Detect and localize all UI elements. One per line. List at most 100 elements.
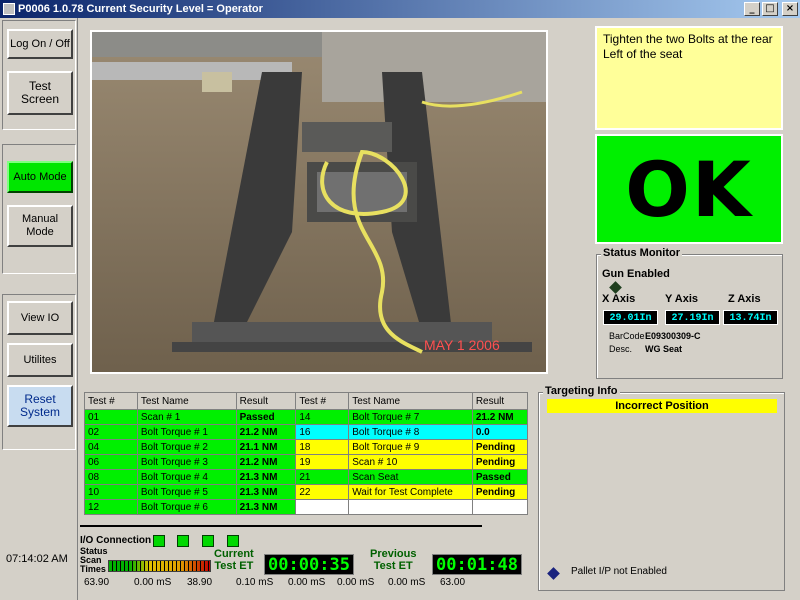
test-number-cell: 10 [84, 484, 138, 500]
seat-photo-image: MAY 1 2006 [92, 32, 546, 372]
photo-date-stamp: MAY 1 2006 [424, 337, 500, 353]
targeting-info: Targeting Info Incorrect Position Pallet… [538, 385, 785, 591]
description-label: Desc. [609, 344, 633, 354]
y-axis-value: 27.19In [665, 310, 720, 325]
result-cell: 21.3 NM [235, 469, 297, 485]
pallet-status-icon [547, 567, 560, 580]
maximize-button[interactable]: □ [762, 2, 778, 16]
scan-time-value: 0.00 mS [337, 577, 375, 588]
test-name-cell: Bolt Torque # 8 [348, 424, 473, 440]
result-cell: 21.2 NM [235, 424, 297, 440]
log-on-off-button[interactable]: Log On / Off [7, 29, 73, 59]
ok-status-text: OK [625, 144, 753, 234]
test-number-cell: 21 [295, 469, 350, 485]
test-number-cell: 01 [84, 409, 138, 425]
test-name-cell: Wait for Test Complete [348, 484, 473, 500]
test-name-cell: Bolt Torque # 5 [136, 484, 237, 500]
scan-final-value: 63.00 [440, 577, 466, 588]
test-name-cell: Bolt Torque # 4 [136, 469, 237, 485]
test-number-cell: 04 [84, 439, 138, 455]
close-button[interactable]: × [782, 2, 798, 16]
window-title: P0006 1.0.78 Current Security Level = Op… [18, 3, 263, 15]
test-number-cell: 06 [84, 454, 138, 470]
scan-min-value: 63.90 [84, 577, 110, 588]
previous-test-et-display: 00:01:48 [432, 554, 522, 575]
ok-status-panel: OK [595, 134, 783, 244]
result-cell: Pending [471, 454, 529, 470]
io-led [202, 535, 214, 547]
auto-mode-button[interactable]: Auto Mode [7, 161, 73, 193]
barcode-value: E09300309-C [645, 331, 701, 341]
test-number-cell: 12 [84, 499, 138, 515]
test-screen-button[interactable]: Test Screen [7, 71, 73, 115]
table-row: 01 Scan # 1 Passed 14 Bolt Torque # 7 21.2 NM [84, 409, 529, 425]
table-row: 10 Bolt Torque # 5 21.3 NM 22 Wait for Test … [84, 484, 529, 500]
test-name-cell: Scan # 10 [348, 454, 473, 470]
result-cell: 21.3 NM [235, 499, 297, 515]
test-number-cell: 22 [295, 484, 350, 500]
table-row: 04 Bolt Torque # 2 21.1 NM 18 Bolt Torque # … [84, 439, 529, 455]
test-number-cell: 16 [295, 424, 350, 440]
result-cell: 21.1 NM [235, 439, 297, 455]
result-cell: Pending [471, 484, 529, 500]
table-row: 02 Bolt Torque # 1 21.2 NM 16 Bolt Torque # … [84, 424, 529, 440]
utilities-button[interactable]: Utilites [7, 343, 73, 377]
result-cell [471, 499, 529, 515]
result-cell: Pending [471, 439, 529, 455]
test-name-cell: Scan # 1 [136, 409, 237, 425]
barcode-label: BarCode [609, 331, 645, 341]
status-monitor-title: Status Monitor [601, 247, 682, 259]
table-header-row: Test # Test Name Result Test # Test Name… [84, 392, 529, 410]
view-io-button[interactable]: View IO [7, 301, 73, 335]
column-header: Test # [84, 392, 138, 410]
z-axis-label: Z Axis [728, 293, 761, 305]
scan-time-value: 0.10 mS [236, 577, 274, 588]
minimize-button[interactable]: _ [744, 2, 760, 16]
title-bar: P0006 1.0.78 Current Security Level = Op… [0, 0, 800, 18]
test-number-cell: 14 [295, 409, 350, 425]
column-header: Test # [295, 392, 350, 410]
column-header: Result [235, 392, 297, 410]
test-name-cell: Bolt Torque # 3 [136, 454, 237, 470]
bottom-separator [80, 525, 482, 527]
sidebar-group-mode: Auto Mode Manual Mode [2, 144, 76, 274]
x-axis-label: X Axis [602, 293, 636, 305]
test-number-cell: 18 [295, 439, 350, 455]
test-number-cell: 19 [295, 454, 350, 470]
gun-status-icon [609, 281, 622, 294]
test-number-cell: 02 [84, 424, 138, 440]
column-header: Test Name [136, 392, 237, 410]
test-name-cell: Bolt Torque # 2 [136, 439, 237, 455]
sidebar-group-tools: View IO Utilites Reset System [2, 294, 76, 450]
app-icon [3, 3, 15, 15]
io-led [153, 535, 165, 547]
sidebar-group-session: Log On / Off Test Screen [2, 20, 76, 130]
result-cell: 21.2 NM [471, 409, 529, 425]
column-header: Test Name [348, 392, 473, 410]
pallet-status-text: Pallet I/P not Enabled [571, 566, 667, 577]
clock: 07:14:02 AM [6, 553, 68, 565]
io-connection-label: I/O Connection [80, 535, 152, 546]
test-name-cell: Bolt Torque # 6 [136, 499, 237, 515]
test-number-cell [295, 499, 350, 515]
result-cell: Passed [471, 469, 529, 485]
status-scan-times-label: Status Scan Times [80, 546, 108, 574]
x-axis-value: 29.01In [603, 310, 658, 325]
result-cell: 21.3 NM [235, 484, 297, 500]
test-number-cell: 08 [84, 469, 138, 485]
result-cell: Passed [235, 409, 297, 425]
instruction-panel: Tighten the two Bolts at the rear Left o… [595, 26, 783, 130]
io-led [177, 535, 189, 547]
table-row: 08 Bolt Torque # 4 21.3 NM 21 Scan Seat Passe… [84, 469, 529, 485]
table-row: 12 Bolt Torque # 6 21.3 NM [84, 499, 529, 515]
previous-test-et-label: Previous Test ET [370, 548, 417, 572]
sidebar: Log On / Off Test Screen Auto Mode Manua… [0, 18, 78, 600]
test-results-table: Test # Test Name Result Test # Test Name… [84, 392, 529, 515]
z-axis-value: 13.74In [723, 310, 778, 325]
test-name-cell: Bolt Torque # 7 [348, 409, 473, 425]
current-test-et-display: 00:00:35 [264, 554, 354, 575]
reset-system-button[interactable]: Reset System [7, 385, 73, 427]
seat-photo: MAY 1 2006 [90, 30, 548, 374]
column-header: Result [471, 392, 529, 410]
manual-mode-button[interactable]: Manual Mode [7, 205, 73, 247]
